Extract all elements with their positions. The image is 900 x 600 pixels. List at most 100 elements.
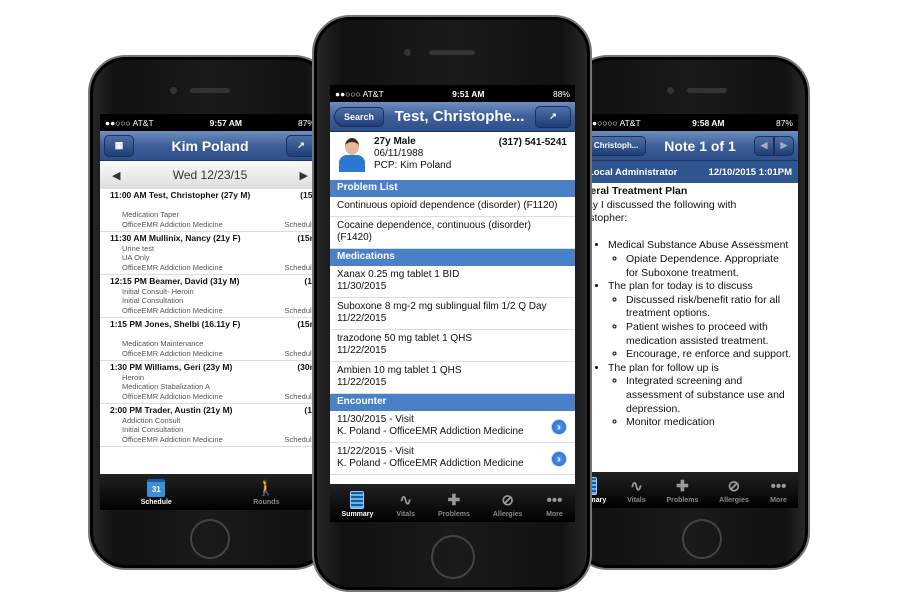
note-pager: ◀ ▶ [753, 135, 794, 156]
home-button[interactable] [431, 535, 475, 579]
section-header: Medications [330, 248, 575, 266]
encounter-row[interactable]: 11/22/2015 - Visit K. Poland - OfficeEMR … [330, 443, 575, 475]
list-row: Ambien 10 mg tablet 1 QHS 11/22/2015 [330, 362, 575, 394]
tab-problems[interactable]: ✚ Problems [666, 477, 698, 504]
tab-summary[interactable]: Summary [341, 491, 374, 518]
tab-allergies[interactable]: ⊘ Allergies [493, 491, 523, 518]
prev-note-button[interactable]: ◀ [753, 135, 774, 156]
next-day-button[interactable]: ▶ [300, 169, 308, 182]
appointment-row[interactable]: 12:15 PM Beamer, David (31y M)(1h)Initia… [100, 275, 320, 318]
appointment-detail [100, 201, 320, 211]
row-text: 11/30/2015 - Visit [337, 413, 414, 425]
appointment-location: OfficeEMR Addiction Medicine [122, 305, 223, 315]
list-row: Cocaine dependence, continuous (disorder… [330, 217, 575, 249]
note-item-text: The plan for today is to discuss [608, 280, 753, 293]
list-row: Continuous opioid dependence (disorder) … [330, 197, 575, 217]
encounter-row[interactable]: 11/30/2015 - Visit K. Poland - OfficeEMR … [330, 411, 575, 443]
share-button[interactable]: ↗ [534, 105, 571, 128]
home-button[interactable] [190, 519, 230, 559]
note-item-text: The plan for follow up is [608, 361, 719, 374]
appointment-header: 1:30 PM Williams, Geri (23y M) (30m) [100, 362, 320, 373]
next-note-button[interactable]: ▶ [773, 135, 794, 156]
camera [170, 87, 177, 94]
note-item: Medical Substance Abuse AssessmentOpiate… [608, 239, 794, 280]
section-header: Encounter [330, 393, 575, 411]
note-subitem: Monitor medication [626, 416, 794, 430]
tab-schedule[interactable]: 31 Schedule [141, 479, 172, 506]
nav-header: Search Test, Christophe... ↗ [330, 102, 575, 132]
tab-label: Summary [341, 511, 374, 518]
speaker [687, 88, 727, 93]
clipboard-icon [350, 491, 365, 509]
chevron-right-icon[interactable]: › [551, 418, 567, 435]
row-text: 11/22/2015 [337, 345, 387, 356]
note-item-text: Medical Substance Abuse Assessment [608, 239, 789, 252]
appointment-detail: Initial Consult- Heroin [122, 286, 194, 296]
note-list: Medical Substance Abuse AssessmentOpiate… [570, 239, 794, 429]
tab-label: Allergies [492, 511, 523, 518]
share-icon: ↗ [297, 140, 305, 150]
status-bar: ●●○○○ AT&T 9:51 AM 88% [330, 85, 575, 102]
speaker [190, 88, 230, 93]
note-sublist: Opiate Dependence. Appropriate for Subox… [608, 253, 794, 280]
appointment-row[interactable]: 1:15 PM Jones, Shelbi (16.11y F) (15m) Me… [100, 318, 320, 361]
tab-label: Problems [666, 497, 699, 504]
tab-label: Problems [437, 511, 470, 518]
nav-header: ▦ Kim Poland ↗ [100, 131, 320, 161]
calendar-icon: 31 [147, 479, 166, 497]
share-icon: ↗ [549, 111, 557, 121]
right-phone: ●○○○○ AT&T 9:58 AM 87% Test, Christoph... … [564, 55, 810, 570]
appointment-header: 1:15 PM Jones, Shelbi (16.11y F) (15m) [100, 319, 320, 330]
note-body: General Treatment Plan Today I discussed … [564, 183, 798, 430]
appointment-location: OfficeEMR Addiction Medicine [122, 434, 223, 444]
appointment-header: 2:00 PM Trader, Austin (21y M)(1h) [100, 405, 320, 416]
appointment-detail [100, 330, 320, 340]
tab-vitals[interactable]: ∿ Vitals [627, 477, 646, 504]
search-back-button[interactable]: Search [334, 106, 384, 127]
appointment-header: 12:15 PM Beamer, David (31y M)(1h) [100, 276, 320, 287]
tab-vitals[interactable]: ∿ Vitals [396, 491, 415, 518]
row-text: 11/22/2015 [337, 377, 387, 388]
note-intro: Today I discussed the following with Chr… [570, 198, 737, 225]
appointment-location-row: OfficeEMR Addiction Medicine Scheduled [100, 392, 320, 402]
appointment-location-row: OfficeEMR Addiction Medicine Scheduled [100, 349, 320, 359]
medical-kit-icon: ✚ [676, 478, 689, 495]
tab-problems[interactable]: ✚ Problems [438, 491, 470, 518]
row-text: K. Poland - OfficeEMR Addiction Medicine [337, 426, 524, 437]
note-item: The plan for follow up isIntegrated scre… [608, 362, 794, 430]
tab-more[interactable]: ••• More [545, 491, 563, 519]
camera [667, 87, 674, 94]
more-icon: ••• [770, 477, 787, 495]
tab-rounds[interactable]: 🚶 Rounds [253, 479, 279, 506]
chevron-right-icon[interactable]: › [551, 450, 567, 467]
list-row: Suboxone 8 mg-2 mg sublingual film 1/2 Q… [330, 298, 575, 330]
appointment-row[interactable]: 2:00 PM Trader, Austin (21y M)(1h)Addict… [100, 404, 320, 447]
prev-day-button[interactable]: ◀ [112, 169, 120, 182]
tab-more[interactable]: ••• More [770, 477, 788, 505]
grid-button[interactable]: ▦ [104, 134, 134, 157]
walking-person-icon: 🚶 [256, 480, 276, 497]
tab-allergies[interactable]: ⊘ Allergies [719, 477, 749, 504]
appointment-detail: UA Only [122, 253, 150, 262]
tab-bar: 31 Schedule 🚶 Rounds [100, 474, 320, 510]
section-header: Problem List [330, 180, 575, 197]
appointment-location: OfficeEMR Addiction Medicine [122, 348, 223, 358]
medical-kit-icon: ✚ [447, 492, 461, 509]
appointment-row[interactable]: 1:30 PM Williams, Geri (23y M) (30m) Heroi… [100, 361, 320, 404]
appointment-row[interactable]: 11:30 AM Mullinix, Nancy (21y F) (15m) Uri… [100, 232, 320, 275]
nav-header: Test, Christoph... Note 1 of 1 ◀ ▶ [564, 131, 798, 161]
right-screen: ●○○○○ AT&T 9:58 AM 87% Test, Christoph... … [564, 114, 798, 508]
patient-phone[interactable]: (317) 541-5241 [499, 137, 567, 149]
no-symbol-icon: ⊘ [727, 478, 741, 495]
appointment-header: 11:00 AM Test, Christopher (27y M) (15m [100, 190, 320, 201]
row-text: (F1420) [337, 232, 373, 243]
note-subitem: Discussed risk/benefit ratio for all tre… [626, 294, 794, 321]
appointment-row[interactable]: 11:00 AM Test, Christopher (27y M) (15m M… [100, 189, 320, 232]
appointment-location-row: OfficeEMR Addiction Medicine Scheduled [100, 435, 320, 445]
summary-sections: Problem List Continuous opioid dependence… [330, 180, 575, 475]
left-phone: ●●○○○ AT&T 9:57 AM 87% ▦ Kim Poland ↗ ◀ We… [88, 55, 332, 570]
middle-screen: ●●○○○ AT&T 9:51 AM 88% Search Test, Christ… [330, 85, 575, 522]
note-subitem: Encourage, re enforce and support. [626, 348, 794, 362]
home-button[interactable] [682, 519, 722, 559]
